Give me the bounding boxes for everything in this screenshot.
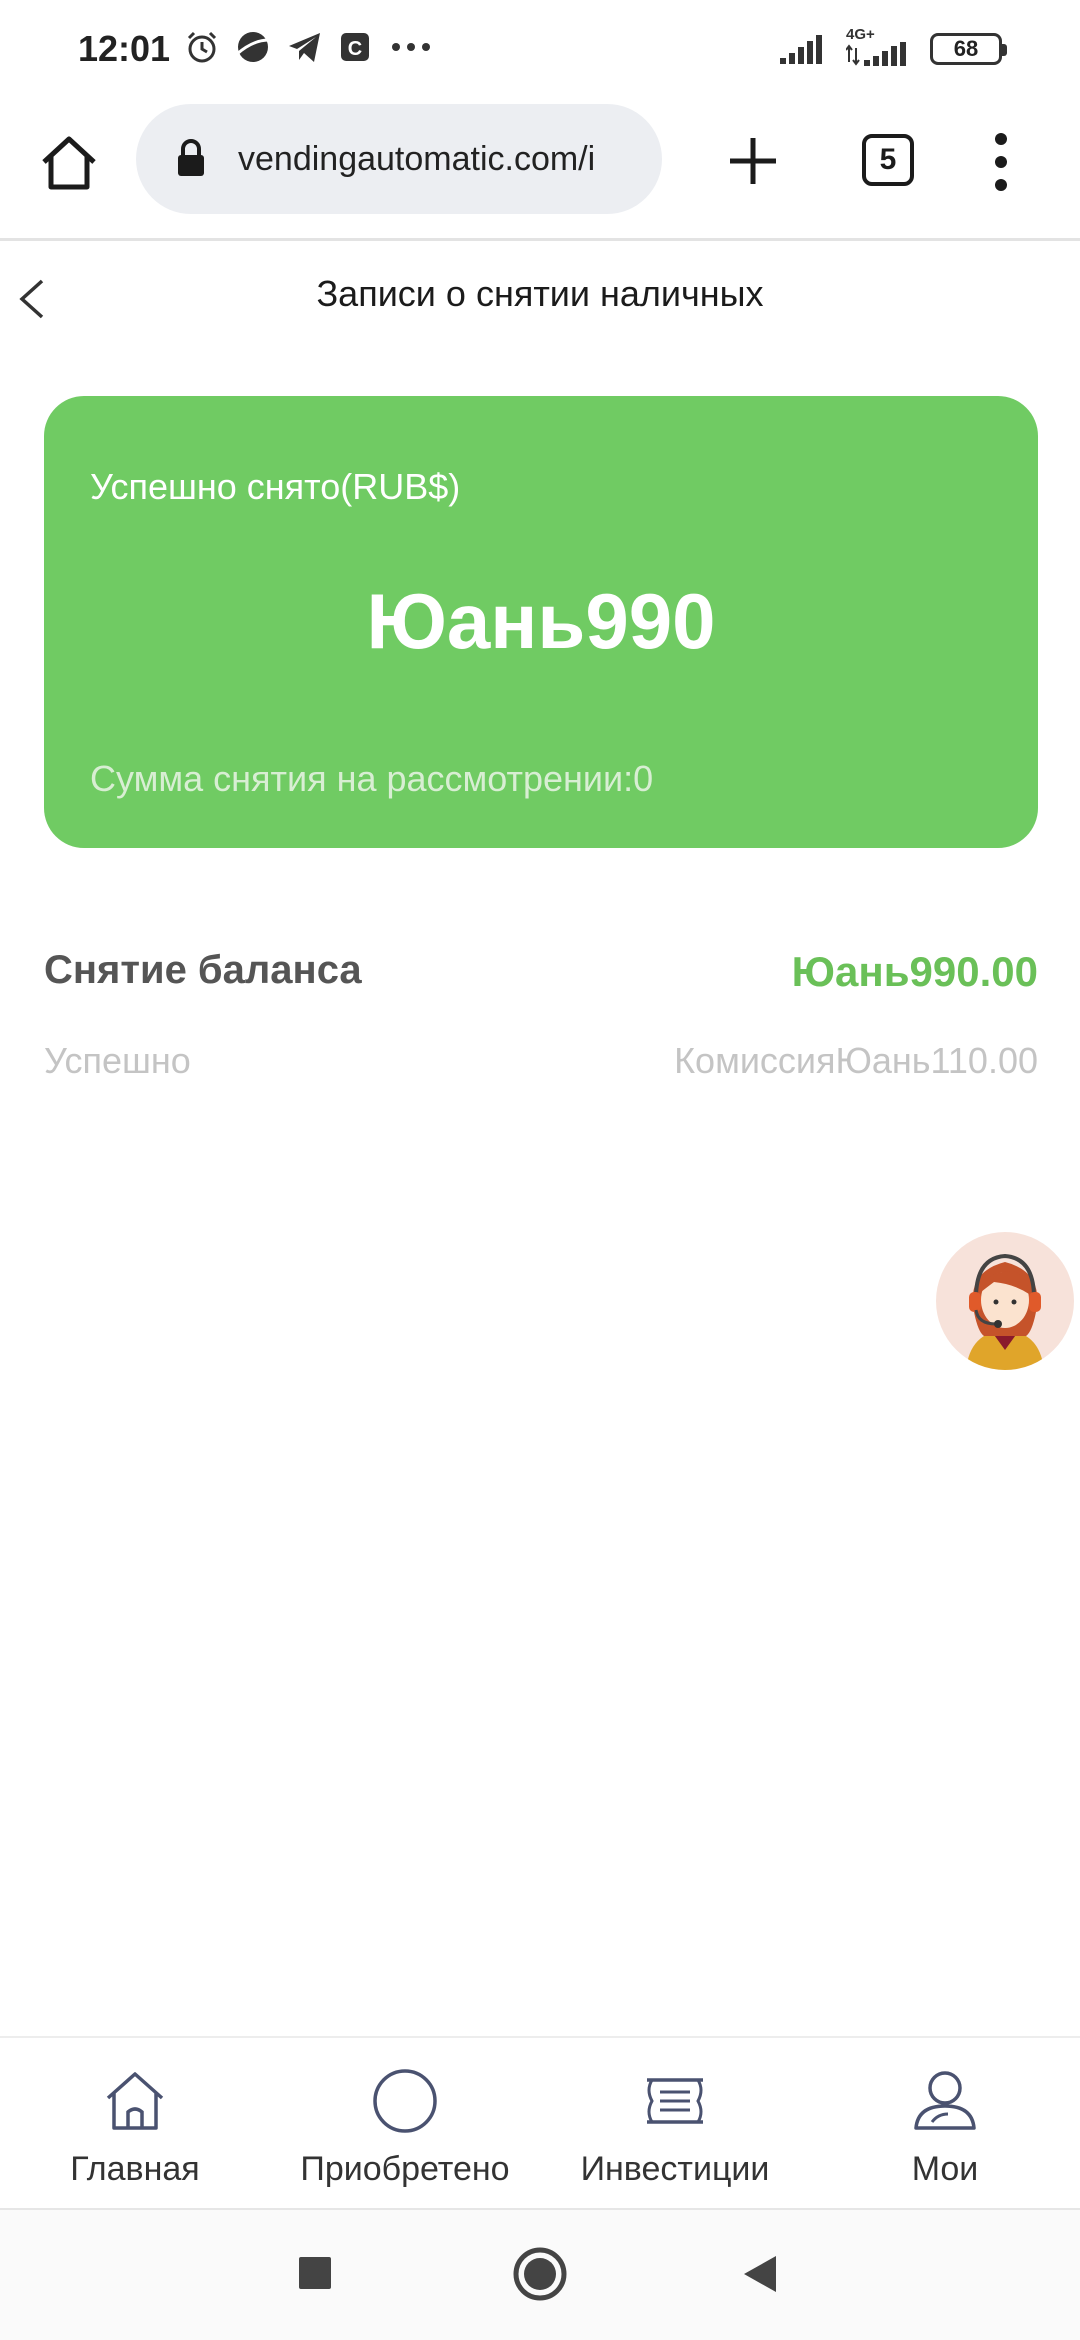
pending-amount-text: Сумма снятия на рассмотрении:0 [90,758,654,799]
network-type: 4G+ [846,26,875,43]
home-circle-icon[interactable] [512,2246,568,2302]
status-bar: 12:01 C 4G+ 68 [0,0,1080,96]
withdrawal-summary-card: Успешно снято(RUB$) Юань990 Сумма снятия… [44,396,1038,848]
svg-text:C: C [348,38,362,60]
withdrawn-label: Успешно снято(RUB$) [90,466,461,507]
list-icon [647,2078,703,2124]
signal-icon [780,35,822,64]
planet-icon [236,32,270,62]
page-title: Записи о снятии наличных [316,273,764,314]
page-header: Записи о снятии наличных [0,241,1080,349]
system-status-icons: 4G+ 68 [778,26,1007,68]
recent-apps-icon[interactable] [298,2256,332,2290]
user-icon [914,2071,976,2130]
record-fee: КомиссияЮань110.00 [674,1040,1038,1081]
record-status: Успешно [44,1040,191,1081]
page: 12:01 C 4G+ 68 vendingautomatic.com/i 5 … [0,0,1080,2340]
back-triangle-icon[interactable] [742,2254,778,2294]
nav-label-purchased: Приобретено [300,2150,510,2188]
battery-indicator: 68 [930,33,1007,65]
customer-support-button[interactable] [936,1232,1074,1370]
more-dots-icon [392,43,430,51]
signal-icon-secondary [846,42,906,66]
network-4g-indicator: 4G+ [846,26,908,68]
record-amount: Юань990.00 [791,948,1038,995]
nav-label-home: Главная [70,2150,200,2188]
home-icon [106,2072,164,2130]
c-app-icon: C [341,33,369,61]
tab-switcher-button[interactable]: 5 [862,134,914,186]
bottom-navigation: Главная Приобретено Инвестиции Мои [0,2036,1080,2208]
notification-icons: C [184,28,436,66]
nav-item-purchased[interactable]: Приобретено [270,2038,540,2208]
status-time: 12:01 [78,28,171,69]
telegram-icon [289,33,320,62]
system-navigation-bar [0,2208,1080,2340]
nav-item-home[interactable]: Главная [0,2038,270,2208]
url-text: vendingautomatic.com/i [238,140,596,178]
lock-icon [178,139,204,176]
support-agent-icon [966,1253,1044,1370]
nav-label-mine: Мои [911,2150,979,2188]
browser-toolbar: vendingautomatic.com/i 5 [0,96,1080,238]
nav-item-mine[interactable]: Мои [810,2038,1080,2208]
withdrawal-record: Снятие баланса Юань990.00 Успешно Комисс… [44,936,1038,1096]
address-bar[interactable]: vendingautomatic.com/i [136,104,662,214]
circle-icon [373,2069,437,2133]
nav-label-investments: Инвестиции [580,2150,770,2188]
withdrawn-amount: Юань990 [366,577,716,665]
alarm-icon [187,31,217,63]
browser-menu-icon[interactable] [994,132,1008,192]
browser-home-icon[interactable] [38,132,100,194]
record-title: Снятие баланса [44,948,362,992]
nav-item-investments[interactable]: Инвестиции [540,2038,810,2208]
new-tab-icon[interactable] [722,130,784,192]
